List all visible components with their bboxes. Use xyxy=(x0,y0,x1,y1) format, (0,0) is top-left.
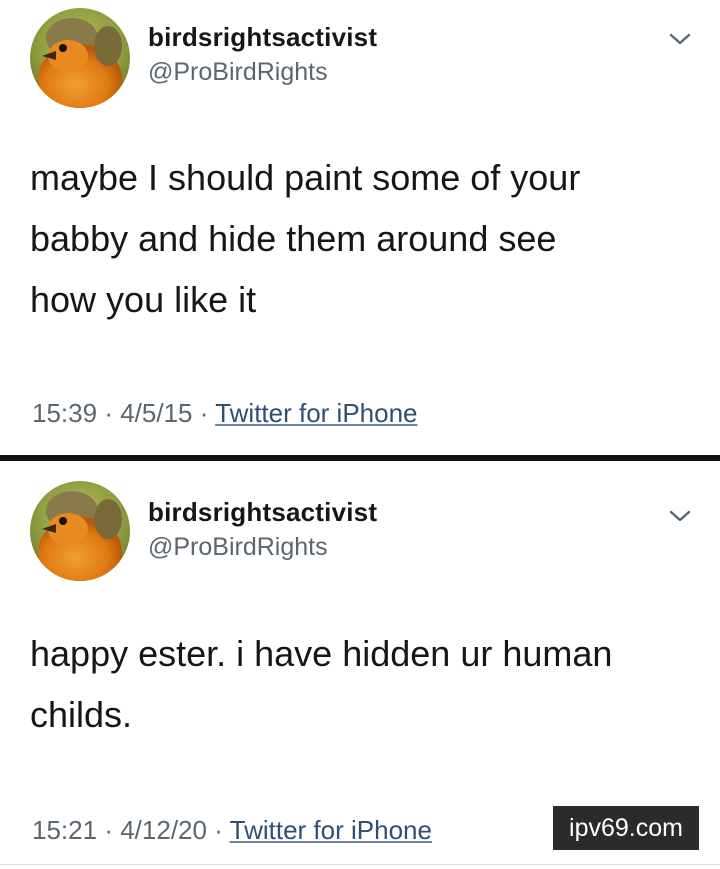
chevron-down-icon[interactable] xyxy=(668,30,692,48)
tweet-text: maybe I should paint some of your babby … xyxy=(30,147,690,330)
meta-separator: · xyxy=(104,398,113,428)
bottom-rule xyxy=(0,864,720,865)
tweet-text-line: childs. xyxy=(30,694,133,735)
chevron-down-icon[interactable] xyxy=(668,507,692,525)
tweet-text-line: babby and hide them around see xyxy=(30,218,557,259)
meta-separator: · xyxy=(214,815,223,845)
tweet-text-line: happy ester. i have hidden ur human xyxy=(30,633,613,674)
tweet-text-line: maybe I should paint some of your xyxy=(30,157,581,198)
user-handle[interactable]: @ProBirdRights xyxy=(148,58,328,87)
tweet-time: 15:21 xyxy=(32,815,98,845)
display-name[interactable]: birdsrightsactivist xyxy=(148,497,377,528)
tweet-time: 15:39 xyxy=(32,398,98,428)
robin-avatar-icon xyxy=(30,481,130,581)
tweet-source-link[interactable]: Twitter for iPhone xyxy=(215,398,417,428)
meta-separator: · xyxy=(199,398,209,428)
avatar[interactable] xyxy=(30,481,130,581)
tweet-date[interactable]: 4/5/15 xyxy=(120,398,192,428)
tweet-text-line: how you like it xyxy=(30,279,257,320)
tweet-text: happy ester. i have hidden ur human chil… xyxy=(30,623,690,745)
tweet-source-link[interactable]: Twitter for iPhone xyxy=(230,815,432,845)
tweet-meta: 15:21 · 4/12/20 · Twitter for iPhone xyxy=(32,815,432,846)
avatar[interactable] xyxy=(30,8,130,108)
meta-separator: · xyxy=(104,815,113,845)
user-handle[interactable]: @ProBirdRights xyxy=(148,533,328,562)
tweet-date[interactable]: 4/12/20 xyxy=(120,815,207,845)
display-name[interactable]: birdsrightsactivist xyxy=(148,22,377,53)
robin-avatar-icon xyxy=(30,8,130,108)
tweet-card: birdsrightsactivist @ProBirdRights maybe… xyxy=(0,0,720,455)
watermark: ipv69.com xyxy=(553,806,699,850)
tweet-meta: 15:39 · 4/5/15 · Twitter for iPhone xyxy=(32,398,418,429)
